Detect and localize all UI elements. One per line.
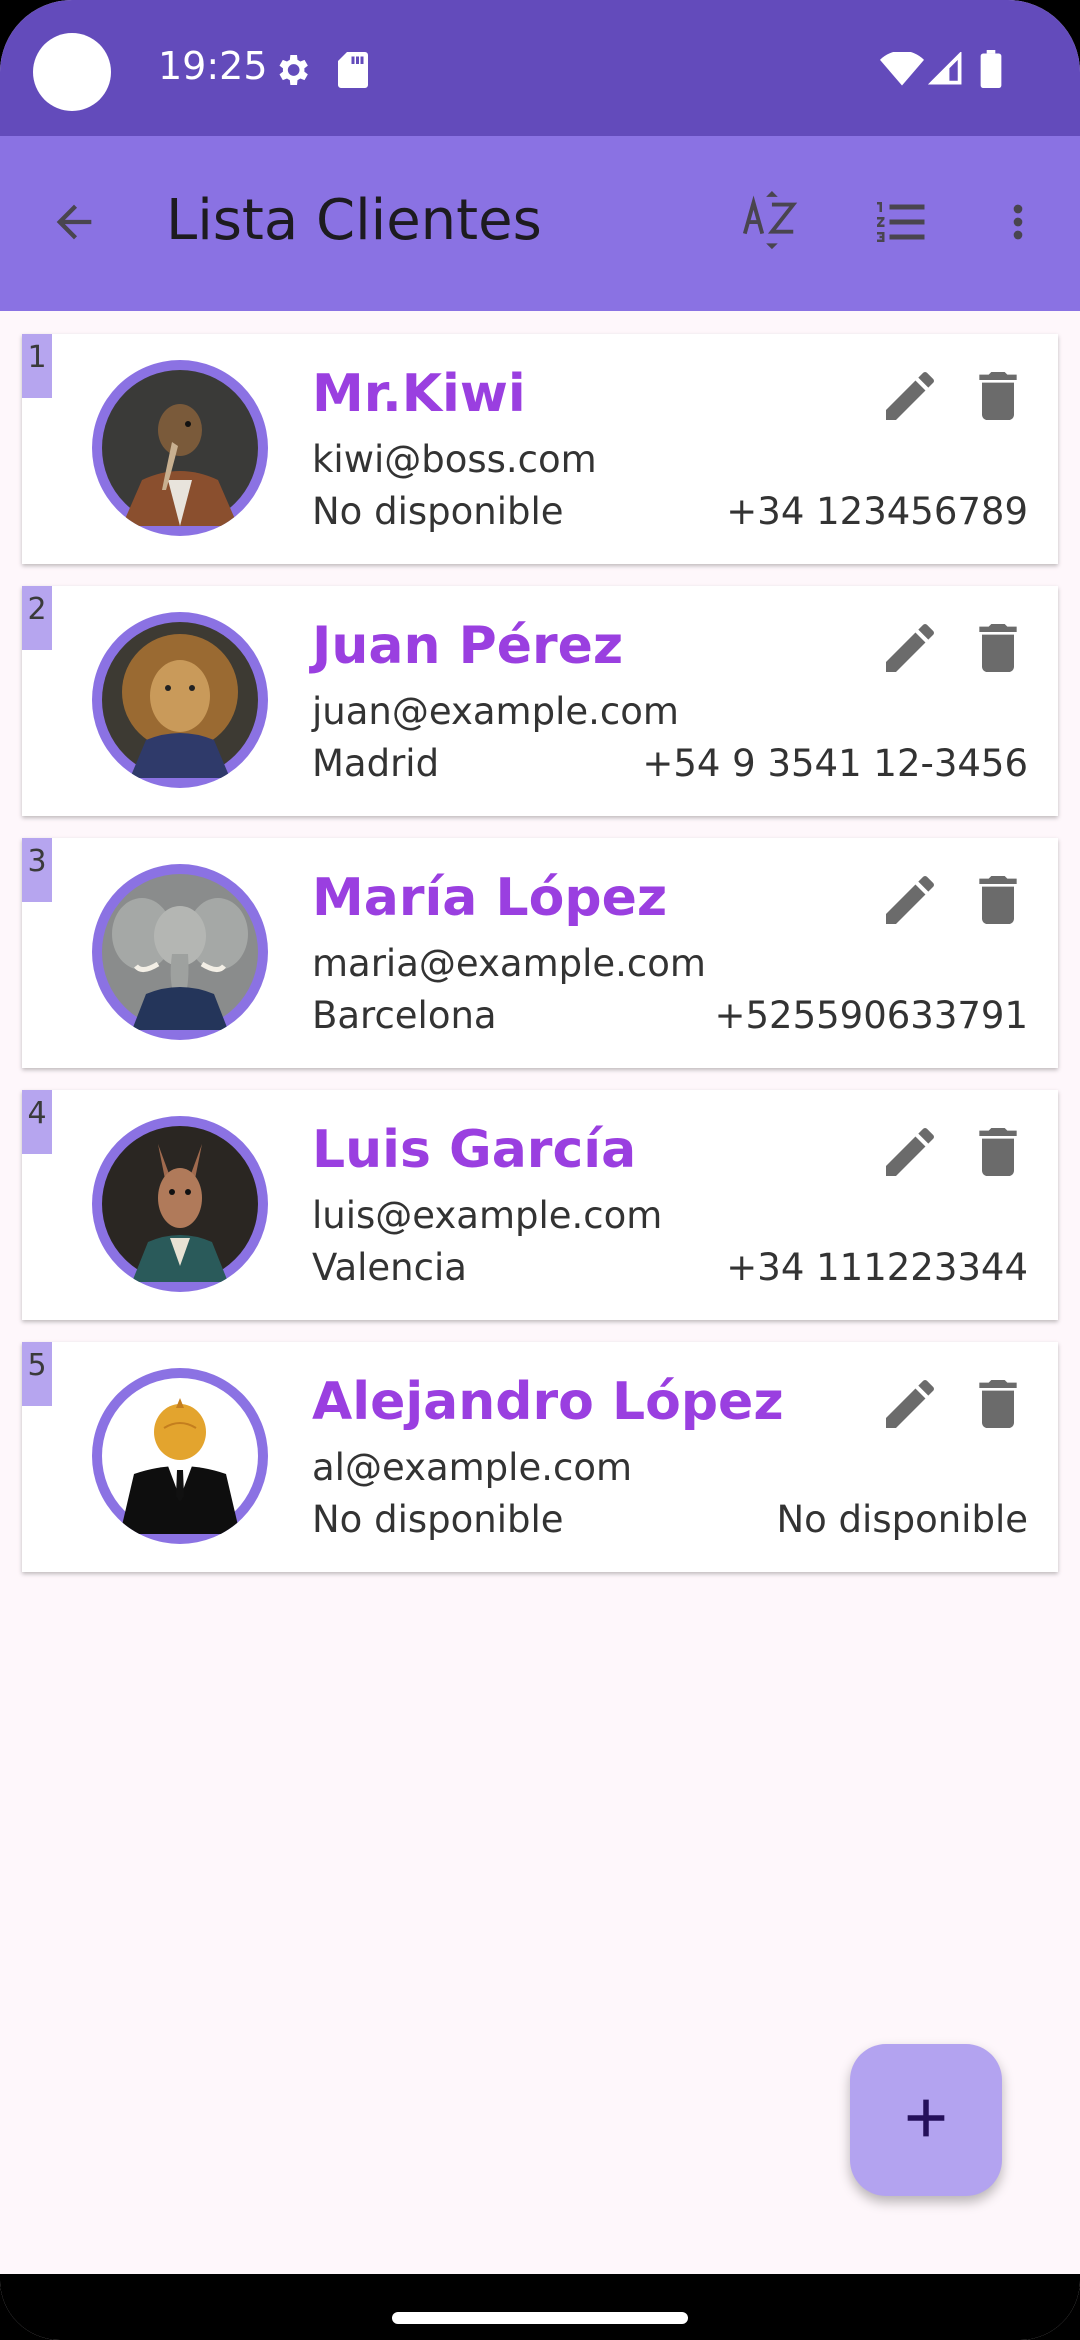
client-name: Alejandro López [312, 1372, 784, 1432]
delete-button[interactable] [966, 364, 1034, 432]
numbered-list-button[interactable] [866, 188, 938, 260]
client-email: kiwi@boss.com [312, 438, 597, 481]
pencil-icon [878, 1379, 942, 1440]
trash-icon [966, 624, 1030, 684]
client-index-badge: 4 [22, 1090, 52, 1154]
overflow-menu-button[interactable] [982, 188, 1054, 260]
client-city: Barcelona [312, 994, 497, 1037]
settings-gear-icon [272, 50, 312, 94]
sort-az-icon [739, 191, 801, 257]
client-avatar [92, 864, 268, 1040]
back-arrow-icon [48, 196, 100, 252]
edit-button[interactable] [878, 364, 946, 432]
client-avatar [92, 1368, 268, 1544]
trash-icon [966, 1380, 1030, 1440]
client-email: al@example.com [312, 1446, 632, 1489]
back-button[interactable] [38, 188, 110, 260]
client-phone: +34 123456789 [726, 490, 1028, 533]
client-name: Mr.Kiwi [312, 364, 526, 424]
client-avatar [92, 360, 268, 536]
sort-az-button[interactable] [734, 188, 806, 260]
client-name: María López [312, 868, 668, 928]
client-city: No disponible [312, 490, 564, 533]
sd-card-icon [338, 52, 368, 92]
edit-button[interactable] [878, 616, 946, 684]
trash-icon [966, 876, 1030, 936]
pencil-icon [878, 623, 942, 684]
status-bar: 19:25 [0, 0, 1080, 136]
wifi-icon [880, 50, 924, 90]
client-card[interactable]: 5 Alejandro López al@example.com No disp… [22, 1342, 1058, 1572]
screen: 19:25 Lista Clientes 1 Mr.Kiwi kiwi@boss… [0, 0, 1080, 2340]
camera-cutout [33, 33, 111, 111]
client-card[interactable]: 4 Luis García luis@example.com Valencia … [22, 1090, 1058, 1320]
app-bar: Lista Clientes [0, 136, 1080, 311]
client-email: juan@example.com [312, 690, 679, 733]
pencil-icon [878, 1127, 942, 1188]
client-name: Juan Pérez [312, 616, 624, 676]
trash-icon [966, 372, 1030, 432]
delete-button[interactable] [966, 1372, 1034, 1440]
client-name: Luis García [312, 1120, 637, 1180]
pencil-icon [878, 371, 942, 432]
client-index-badge: 3 [22, 838, 52, 902]
client-phone: +34 111223344 [726, 1246, 1028, 1289]
edit-button[interactable] [878, 1372, 946, 1440]
client-email: luis@example.com [312, 1194, 663, 1237]
client-city: Valencia [312, 1246, 467, 1289]
client-avatar [92, 612, 268, 788]
plus-icon [904, 2096, 948, 2144]
navigation-bar [0, 2274, 1080, 2340]
battery-icon [980, 50, 1002, 92]
client-index-badge: 1 [22, 334, 52, 398]
edit-button[interactable] [878, 868, 946, 936]
signal-icon [927, 50, 964, 90]
edit-button[interactable] [878, 1120, 946, 1188]
add-client-button[interactable] [850, 2044, 1002, 2196]
overflow-menu-icon [992, 196, 1044, 252]
pencil-icon [878, 875, 942, 936]
delete-button[interactable] [966, 616, 1034, 684]
page-title: Lista Clientes [166, 188, 542, 253]
client-card[interactable]: 3 María López maria@example.com Barcelon… [22, 838, 1058, 1068]
client-phone: +54 9 3541 12-3456 [642, 742, 1028, 785]
client-phone: +525590633791 [714, 994, 1029, 1037]
numbered-list-icon [872, 192, 932, 256]
client-index-badge: 5 [22, 1342, 52, 1406]
client-email: maria@example.com [312, 942, 706, 985]
client-avatar [92, 1116, 268, 1292]
client-index-badge: 2 [22, 586, 52, 650]
status-time: 19:25 [158, 44, 268, 88]
trash-icon [966, 1128, 1030, 1188]
delete-button[interactable] [966, 1120, 1034, 1188]
client-phone: No disponible [776, 1498, 1028, 1541]
client-city: Madrid [312, 742, 440, 785]
delete-button[interactable] [966, 868, 1034, 936]
client-card[interactable]: 1 Mr.Kiwi kiwi@boss.com No disponible +3… [22, 334, 1058, 564]
client-city: No disponible [312, 1498, 564, 1541]
home-gesture-handle[interactable] [392, 2312, 688, 2324]
client-card[interactable]: 2 Juan Pérez juan@example.com Madrid +54… [22, 586, 1058, 816]
